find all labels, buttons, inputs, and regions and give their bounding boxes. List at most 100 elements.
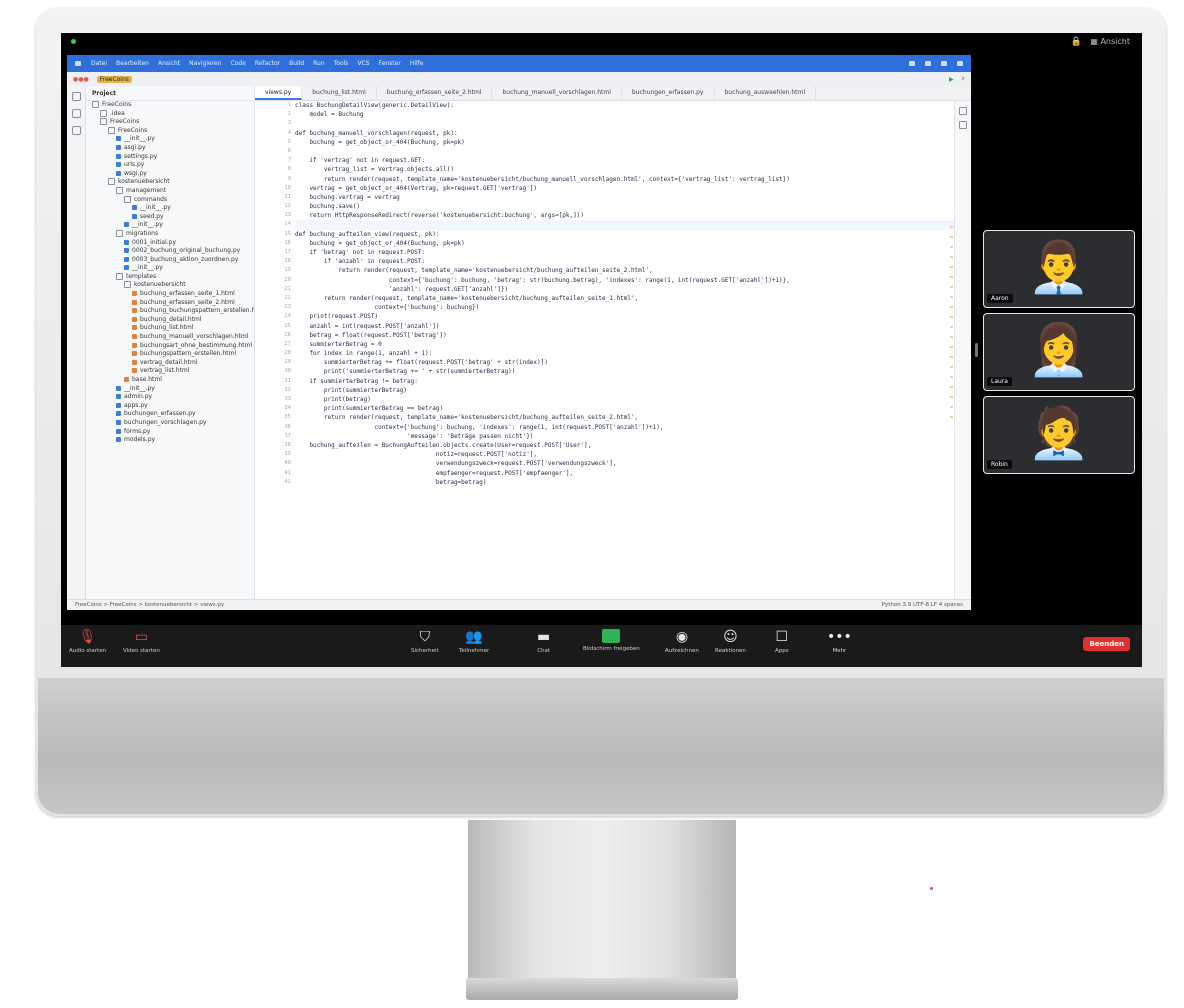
- editor-tab[interactable]: buchung_erfassen_seite_2.html: [377, 86, 493, 100]
- folder-icon: [92, 101, 99, 108]
- editor-tab[interactable]: buchungen_erfassen.py: [622, 86, 715, 100]
- code-line: if 'betrag' not in request.POST:: [295, 249, 426, 256]
- tree-file[interactable]: wsgi.py: [86, 170, 254, 179]
- tree-file[interactable]: buchung_erfassen_seite_1.html: [86, 290, 254, 299]
- toolbar-icon[interactable]: [941, 61, 947, 66]
- lock-icon[interactable]: 🔒: [1071, 37, 1082, 47]
- tree-file[interactable]: base.html: [86, 376, 254, 385]
- line-number: 18: [284, 258, 291, 265]
- editor-tab[interactable]: views.py: [255, 86, 303, 100]
- code-area[interactable]: 1 2 3 4 5 6 7 8 9 10 11 12 13 14 15 16 17 18 19 20 21 22 23 24 2…: [255, 101, 955, 600]
- structure-icon[interactable]: [71, 126, 81, 135]
- share-screen-button[interactable]: Bildschirm freigeben: [583, 629, 640, 652]
- tree-file[interactable]: urls.py: [86, 161, 254, 170]
- security-button[interactable]: ⛉ Sicherheit: [411, 629, 439, 654]
- toolbar-icon[interactable]: [957, 61, 963, 66]
- tree-file[interactable]: vertrag_list.html: [86, 367, 254, 376]
- menu-item[interactable]: Fenster: [379, 60, 401, 67]
- tree-file[interactable]: buchungen_erfassen.py: [86, 410, 254, 419]
- run-icon[interactable]: ●●●: [73, 76, 89, 83]
- commit-icon[interactable]: [71, 109, 81, 118]
- end-meeting-button[interactable]: Beenden: [1083, 637, 1130, 651]
- tree-file[interactable]: buchung_manuell_vorschlagen.html: [86, 333, 254, 342]
- project-chip[interactable]: FreeCoins: [96, 75, 132, 83]
- tree-folder[interactable]: templates: [86, 272, 254, 282]
- line-number: 40: [284, 460, 291, 467]
- code-lines[interactable]: class BuchungDetailView(generic.DetailVi…: [295, 101, 955, 600]
- tree-folder[interactable]: .idea: [86, 109, 254, 119]
- editor-tab[interactable]: buchung_auswaehlen.html: [715, 86, 817, 100]
- notifications-icon[interactable]: [959, 107, 967, 115]
- code-line: context={'buchung': buchung}): [295, 304, 480, 312]
- audio-button[interactable]: 🎙︎ Audio starten: [69, 629, 106, 654]
- menu-item[interactable]: Ansicht: [158, 60, 180, 67]
- tree-file[interactable]: buchungsart_ohne_bestimmung.html: [86, 342, 254, 351]
- tree-file[interactable]: __init__.py: [86, 204, 254, 213]
- tree-file[interactable]: seed.py: [86, 213, 254, 222]
- folder-icon[interactable]: [71, 92, 81, 101]
- tree-file[interactable]: buchung_erfassen_seite_2.html: [86, 299, 254, 308]
- panel-resize-handle[interactable]: [975, 343, 978, 357]
- apps-button[interactable]: ☐ Apps: [775, 629, 789, 654]
- tree-file[interactable]: __init__.py: [86, 264, 254, 273]
- menu-item[interactable]: Code: [231, 60, 246, 67]
- tree-file[interactable]: buchung_buchungspattern_erstellen.html: [86, 307, 254, 316]
- line-number: 24: [284, 313, 291, 320]
- participant-tile[interactable]: 🧑‍💼 Robin: [983, 396, 1135, 474]
- toolbar-icon[interactable]: [909, 61, 915, 66]
- menu-item[interactable]: Build: [289, 60, 304, 67]
- tree-file[interactable]: buchung_detail.html: [86, 316, 254, 325]
- tree-folder[interactable]: kostenuebersicht: [86, 281, 254, 290]
- play-icon[interactable]: ▶: [949, 76, 954, 83]
- participants-button[interactable]: 👥 Teilnehmer: [459, 629, 489, 654]
- tree-folder[interactable]: kostenuebersicht: [86, 178, 254, 187]
- tree-file[interactable]: settings.py: [86, 153, 254, 162]
- tree-file[interactable]: buchungen_vorschlagen.py: [86, 419, 254, 428]
- tree-file[interactable]: buchungspattern_erstellen.html: [86, 350, 254, 359]
- participant-tile[interactable]: 👨‍💼 Aaron: [983, 230, 1135, 308]
- tree-file[interactable]: __init__.py: [86, 135, 254, 144]
- tree-folder[interactable]: management: [86, 186, 254, 196]
- tree-folder[interactable]: commands: [86, 195, 254, 205]
- participant-tile[interactable]: 👩‍💼 Laura: [983, 313, 1135, 391]
- tree-file[interactable]: 0003_buchung_aktion_zuordnen.py: [86, 256, 254, 265]
- tree-file[interactable]: forms.py: [86, 428, 254, 437]
- editor-tab[interactable]: buchung_manuell_vorschlagen.html: [492, 86, 622, 100]
- menu-item[interactable]: Refactor: [255, 60, 280, 67]
- code-line: 'anzahl': request.GET['anzahl']}): [295, 285, 509, 293]
- breadcrumb[interactable]: FreeCoins > FreeCoins > kostenuebersicht…: [75, 602, 224, 608]
- video-button[interactable]: ▭ Video starten: [123, 629, 160, 654]
- tree-file[interactable]: models.py: [86, 436, 254, 445]
- menu-item[interactable]: VCS: [357, 60, 369, 67]
- search-icon[interactable]: ⌕: [962, 75, 965, 83]
- tree-folder[interactable]: FreeCoins: [86, 118, 254, 127]
- tree-file[interactable]: 0002_buchung_original_buchung.py: [86, 247, 254, 256]
- database-icon[interactable]: [959, 121, 967, 129]
- shield-icon: ⛉: [419, 629, 431, 645]
- toolbar-icon[interactable]: [925, 61, 931, 66]
- tree-file[interactable]: __init__.py: [86, 221, 254, 230]
- menu-item[interactable]: Hilfe: [410, 60, 424, 67]
- menu-item[interactable]: Run: [313, 60, 325, 67]
- menu-item[interactable]: Navigieren: [189, 60, 221, 67]
- tree-folder[interactable]: migrations: [86, 229, 254, 239]
- menu-item[interactable]: Datei: [91, 60, 107, 67]
- project-header[interactable]: Project: [86, 86, 254, 101]
- more-button[interactable]: ••• Mehr: [827, 629, 852, 654]
- editor-tab[interactable]: buchung_list.html: [302, 86, 377, 100]
- tree-file[interactable]: asgi.py: [86, 144, 254, 153]
- tree-file[interactable]: __init__.py: [86, 385, 254, 394]
- menu-item[interactable]: Tools: [334, 60, 349, 67]
- tree-file[interactable]: buchung_list.html: [86, 324, 254, 333]
- tree-folder[interactable]: FreeCoins: [86, 126, 254, 136]
- record-button[interactable]: ◉ Aufzeichnen: [665, 629, 699, 654]
- tree-folder[interactable]: FreeCoins: [86, 101, 254, 110]
- chat-button[interactable]: ▬ Chat: [537, 629, 550, 654]
- reactions-button[interactable]: ☺ Reaktionen: [715, 629, 746, 654]
- tree-file[interactable]: vertrag_detail.html: [86, 359, 254, 368]
- tree-file[interactable]: admin.py: [86, 393, 254, 402]
- menu-item[interactable]: Bearbeiten: [116, 60, 149, 67]
- tree-file[interactable]: apps.py: [86, 402, 254, 411]
- tree-file[interactable]: 0001_initial.py: [86, 239, 254, 248]
- view-button[interactable]: ▦ Ansicht: [1090, 37, 1130, 46]
